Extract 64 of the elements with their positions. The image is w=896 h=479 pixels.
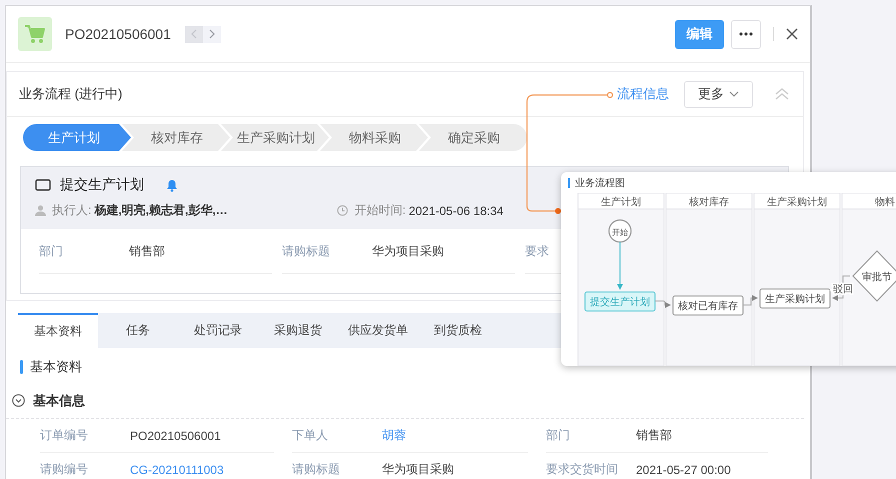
field-value: 华为项目采购	[372, 243, 444, 260]
start-time-label: 开始时间:	[354, 202, 406, 219]
field-label: 部门	[546, 427, 571, 444]
lane-title: 核对库存	[689, 197, 729, 208]
process-step[interactable]: 确定采购	[419, 124, 527, 151]
process-step[interactable]: 物料采购	[320, 124, 428, 151]
field-value: 销售部	[636, 427, 672, 444]
record-id: PO20210506001	[65, 26, 171, 42]
title-marker	[568, 178, 570, 188]
flow-arrow	[832, 276, 850, 301]
user-icon	[35, 205, 46, 216]
ellipsis-icon	[739, 32, 753, 36]
task-icon	[35, 179, 51, 191]
task-node[interactable]: 核对已有库存	[672, 295, 744, 316]
more-button[interactable]	[731, 20, 761, 48]
tab[interactable]: 到货质检	[418, 313, 498, 348]
field-label: 订单编号	[40, 427, 89, 444]
tab[interactable]: 采购退货	[258, 313, 338, 348]
start-node[interactable]: 开始	[608, 219, 632, 243]
section-title: 基本资料	[30, 358, 82, 376]
collapse-icon[interactable]	[12, 394, 25, 407]
edge-label: 驳回	[833, 284, 853, 295]
more-dropdown[interactable]: 更多	[684, 80, 753, 108]
executor-names: 杨建,明亮,赖志君,彭华,…	[94, 202, 229, 219]
tab[interactable]: 处罚记录	[178, 313, 258, 348]
lane-title: 生产计划	[601, 197, 641, 208]
start-time: 2021-05-06 18:34	[408, 204, 504, 218]
app-icon	[18, 17, 52, 51]
lane-title: 生产采购计划	[767, 197, 827, 208]
field-value: 2021-05-27 00:00	[636, 462, 731, 476]
field-label: 请购编号	[40, 461, 89, 478]
process-step[interactable]: 核对库存	[122, 124, 230, 151]
flow-arrow	[617, 242, 623, 290]
field-label: 要求交货时间	[546, 461, 619, 478]
field-label: 部门	[39, 243, 64, 260]
flow-arrow	[654, 300, 671, 308]
process-title: 业务流程 (进行中)	[19, 85, 122, 103]
chevron-left-icon	[190, 28, 198, 40]
flow-arrow	[742, 295, 758, 306]
tab[interactable]: 供应发货单	[338, 313, 418, 348]
caret-icon	[729, 91, 739, 97]
task-title: 提交生产计划	[60, 176, 144, 194]
process-step[interactable]: 生产采购计划	[221, 124, 329, 151]
close-button[interactable]	[786, 28, 798, 40]
field-label: 要求	[525, 243, 550, 260]
group-title: 基本信息	[33, 392, 85, 410]
field-value: 销售部	[129, 243, 165, 260]
chevron-right-icon	[208, 28, 216, 40]
decision-node[interactable]: 审批节	[852, 250, 896, 302]
field-label: 请购标题	[292, 461, 341, 478]
close-icon	[786, 28, 798, 40]
field-label: 下单人	[292, 427, 329, 444]
lane-title: 物料	[875, 197, 895, 208]
field-value: 华为项目采购	[382, 461, 454, 478]
clock-icon	[337, 205, 348, 216]
task-node[interactable]: 生产采购计划	[759, 288, 831, 309]
tab[interactable]: 基本资料	[18, 313, 98, 348]
popup-title: 业务流程图	[575, 176, 625, 190]
bell-icon[interactable]	[166, 178, 178, 192]
executor-label: 执行人:	[52, 202, 92, 219]
field-value: PO20210506001	[130, 428, 221, 442]
field-label: 请购标题	[282, 243, 331, 260]
section-marker	[20, 360, 23, 374]
tab[interactable]: 任务	[98, 313, 178, 348]
